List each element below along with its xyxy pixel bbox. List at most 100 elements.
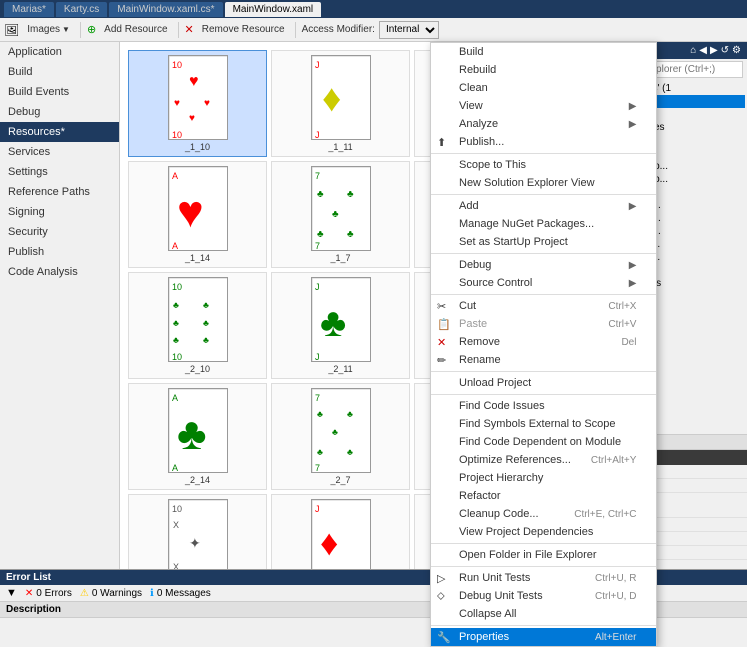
back-icon[interactable]: ◀	[699, 45, 707, 56]
cm-item-startup[interactable]: Set as StartUp Project	[431, 233, 656, 251]
sidebar-item-build[interactable]: Build	[0, 62, 119, 82]
cm-item-new-explorer[interactable]: New Solution Explorer View	[431, 174, 656, 192]
cm-item-optimize[interactable]: Optimize References... Ctrl+Alt+Y	[431, 451, 656, 469]
error-count-messages: ℹ 0 Messages	[150, 588, 211, 599]
filter-icon[interactable]: ▼	[6, 587, 17, 599]
resource-item-1-14[interactable]: A ♥ A _1_14	[128, 161, 267, 268]
cm-item-view-deps[interactable]: View Project Dependencies	[431, 523, 656, 541]
tab-marias[interactable]: Marias*	[4, 2, 54, 17]
add-resource-button[interactable]: Add Resource	[100, 22, 171, 37]
cm-label-find-symbols: Find Symbols External to Scope	[459, 418, 616, 430]
cm-sep-4	[431, 294, 656, 295]
resource-item-2-14[interactable]: A ♣ A _2_14	[128, 383, 267, 490]
cm-item-open-folder[interactable]: Open Folder in File Explorer	[431, 546, 656, 564]
cm-item-publish[interactable]: ⬆ Publish...	[431, 133, 656, 151]
cm-item-build[interactable]: Build	[431, 43, 656, 61]
cm-item-find-symbols[interactable]: Find Symbols External to Scope	[431, 415, 656, 433]
cm-item-rename[interactable]: ✏ Rename	[431, 351, 656, 369]
cm-label-collapse: Collapse All	[459, 608, 516, 620]
sidebar-item-security[interactable]: Security	[0, 222, 119, 242]
cm-item-debug[interactable]: Debug ▶	[431, 256, 656, 274]
sidebar-item-reference-paths[interactable]: Reference Paths	[0, 182, 119, 202]
sidebar-item-publish[interactable]: Publish	[0, 242, 119, 262]
cm-label-nuget: Manage NuGet Packages...	[459, 218, 594, 230]
remove-resource-button[interactable]: Remove Resource	[198, 22, 289, 37]
svg-text:J: J	[315, 130, 320, 140]
resource-label-1-7: _1_7	[330, 253, 350, 263]
cm-item-run-tests[interactable]: ▷ Run Unit Tests Ctrl+U, R	[431, 569, 656, 587]
card-image-2-14: A ♣ A	[168, 388, 228, 473]
cm-label-find-issues: Find Code Issues	[459, 400, 545, 412]
cm-item-collapse[interactable]: Collapse All	[431, 605, 656, 623]
cm-item-hierarchy[interactable]: Project Hierarchy	[431, 469, 656, 487]
remove-resource-icon: ✕	[185, 23, 194, 36]
cm-item-source-control[interactable]: Source Control ▶	[431, 274, 656, 292]
cm-label-rebuild: Rebuild	[459, 64, 496, 76]
resource-item-3-11[interactable]: J ♦ J _3_11	[271, 494, 410, 569]
sidebar-item-resources[interactable]: Resources*	[0, 122, 119, 142]
svg-text:♣: ♣	[332, 427, 338, 437]
cm-item-rebuild[interactable]: Rebuild	[431, 61, 656, 79]
cm-item-cleanup[interactable]: Cleanup Code... Ctrl+E, Ctrl+C	[431, 505, 656, 523]
resource-item-1-10[interactable]: 10 ♥ ♥ ♥ ♥ 10 _1_10	[128, 50, 267, 157]
resource-item-3-10[interactable]: 10 X ✦ X 10 _3_10	[128, 494, 267, 569]
cm-item-remove[interactable]: ✕ Remove Del	[431, 333, 656, 351]
resource-item-2-10[interactable]: 10 ♣ ♣ ♣ ♣ ♣ ♣ 10 _2_10	[128, 272, 267, 379]
access-modifier-select[interactable]: Internal	[379, 21, 439, 39]
sidebar-item-build-events[interactable]: Build Events	[0, 82, 119, 102]
cm-label-cleanup: Cleanup Code...	[459, 508, 539, 520]
resource-item-1-11[interactable]: J ♦ J _1_11	[271, 50, 410, 157]
card-image-2-11: J ♣ J	[311, 277, 371, 362]
home-icon[interactable]: ⌂	[690, 45, 696, 56]
sidebar-item-signing[interactable]: Signing	[0, 202, 119, 222]
tab-mainwindow-cs[interactable]: MainWindow.xaml.cs*	[109, 2, 222, 17]
resource-item-1-7[interactable]: 7 ♣ ♣ ♣ ♣ ♣ 7 _1_7	[271, 161, 410, 268]
svg-text:♥: ♥	[177, 186, 204, 237]
arrow-icon-add: ▶	[629, 201, 637, 212]
resource-item-2-11[interactable]: J ♣ J _2_11	[271, 272, 410, 379]
cm-item-view[interactable]: View ▶	[431, 97, 656, 115]
cm-item-paste[interactable]: 📋 Paste Ctrl+V	[431, 315, 656, 333]
cm-item-nuget[interactable]: Manage NuGet Packages...	[431, 215, 656, 233]
sidebar-item-services[interactable]: Services	[0, 142, 119, 162]
svg-text:♣: ♣	[173, 318, 179, 328]
context-menu: Build Rebuild Clean View ▶ Analyze ▶ ⬆ P…	[430, 42, 657, 647]
sidebar-item-application[interactable]: Application	[0, 42, 119, 62]
debug-tests-icon: ⬦	[437, 590, 445, 603]
settings-icon[interactable]: ⚙	[732, 45, 741, 56]
cm-item-properties[interactable]: 🔧 Properties Alt+Enter	[431, 628, 656, 646]
resource-label-1-10: _1_10	[185, 142, 210, 152]
cm-shortcut-run-tests: Ctrl+U, R	[595, 573, 636, 584]
cm-item-find-issues[interactable]: Find Code Issues	[431, 397, 656, 415]
cm-label-refactor: Refactor	[459, 490, 501, 502]
sidebar-item-code-analysis[interactable]: Code Analysis	[0, 262, 119, 282]
cm-label-view-deps: View Project Dependencies	[459, 526, 593, 538]
cm-item-cut[interactable]: ✂ Cut Ctrl+X	[431, 297, 656, 315]
cm-item-add[interactable]: Add ▶	[431, 197, 656, 215]
error-x-icon: ✕	[25, 588, 33, 599]
svg-text:♦: ♦	[322, 78, 341, 120]
cm-item-refactor[interactable]: Refactor	[431, 487, 656, 505]
cm-item-analyze[interactable]: Analyze ▶	[431, 115, 656, 133]
sidebar-item-settings[interactable]: Settings	[0, 162, 119, 182]
cm-item-unload[interactable]: Unload Project	[431, 374, 656, 392]
arrow-icon-source: ▶	[629, 278, 637, 289]
refresh-icon[interactable]: ↺	[721, 45, 729, 56]
tab-mainwindow-xaml[interactable]: MainWindow.xaml	[225, 2, 322, 17]
sidebar-item-debug[interactable]: Debug	[0, 102, 119, 122]
cm-sep-9	[431, 625, 656, 626]
tab-karty[interactable]: Karty.cs	[56, 2, 107, 17]
forward-icon[interactable]: ▶	[710, 45, 718, 56]
cm-item-scope[interactable]: Scope to This	[431, 156, 656, 174]
cm-item-find-dependent[interactable]: Find Code Dependent on Module	[431, 433, 656, 451]
toolbar-separator-1	[80, 22, 81, 38]
arrow-icon-view: ▶	[629, 101, 637, 112]
images-button[interactable]: Images ▼	[23, 22, 74, 37]
cm-label-unload: Unload Project	[459, 377, 531, 389]
cm-item-debug-tests[interactable]: ⬦ Debug Unit Tests Ctrl+U, D	[431, 587, 656, 605]
card-image-2-7: 7 ♣ ♣ ♣ ♣ ♣ 7	[311, 388, 371, 473]
arrow-icon-debug: ▶	[629, 260, 637, 271]
svg-text:♣: ♣	[203, 300, 209, 310]
resource-item-2-7[interactable]: 7 ♣ ♣ ♣ ♣ ♣ 7 _2_7	[271, 383, 410, 490]
cm-item-clean[interactable]: Clean	[431, 79, 656, 97]
